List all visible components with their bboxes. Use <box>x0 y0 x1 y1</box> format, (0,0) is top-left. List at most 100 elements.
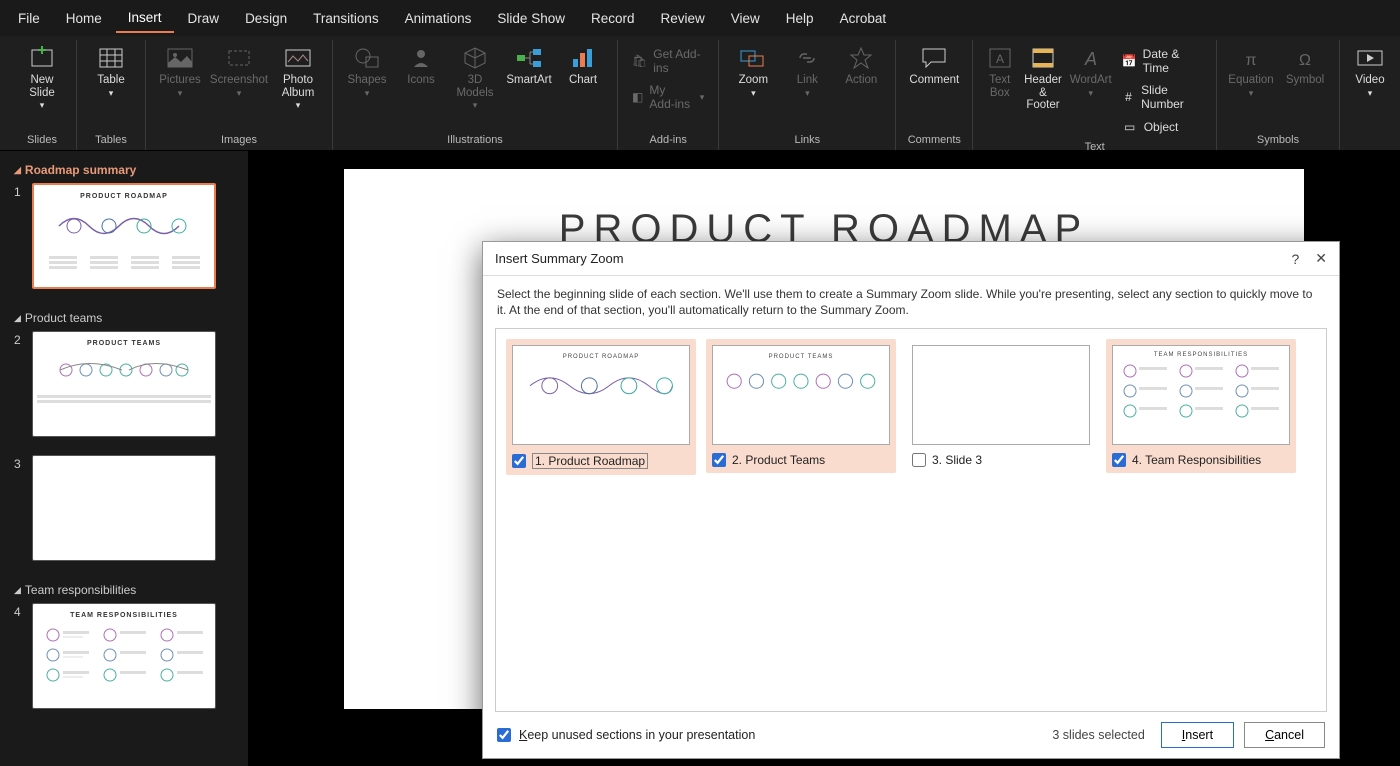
zoom-checkbox-2[interactable] <box>712 453 726 467</box>
chevron-down-icon: ▾ <box>805 88 810 99</box>
chevron-down-icon: ▾ <box>237 88 242 99</box>
slide-thumbnail-4[interactable]: TEAM RESPONSIBILITIES <box>32 603 216 709</box>
tab-insert[interactable]: Insert <box>116 4 174 33</box>
tab-home[interactable]: Home <box>54 5 114 32</box>
slide-number-label: Slide Number <box>1141 83 1202 111</box>
insert-summary-zoom-dialog: Insert Summary Zoom ? ✕ Select the begin… <box>482 241 1340 759</box>
shapes-icon <box>353 44 381 72</box>
shapes-label: Shapes <box>347 74 386 87</box>
insert-button[interactable]: Insert <box>1161 722 1234 748</box>
chart-icon <box>569 44 597 72</box>
photo-album-button[interactable]: Photo Album ▾ <box>272 42 324 111</box>
chevron-down-icon: ▾ <box>109 88 114 99</box>
zoom-card-2[interactable]: PRODUCT TEAMS 2. Product Teams <box>706 339 896 473</box>
slide-title: PRODUCT ROADMAP <box>344 169 1304 252</box>
thumb-title: PRODUCT TEAMS <box>33 332 215 347</box>
tab-view[interactable]: View <box>719 5 772 32</box>
group-illustrations: Shapes ▾ Icons 3D Models ▾ SmartArt Char… <box>333 40 618 150</box>
zoom-card-1[interactable]: PRODUCT ROADMAP 1. Product Roadmap <box>506 339 696 475</box>
new-slide-label: New Slide <box>18 74 66 99</box>
3d-models-button[interactable]: 3D Models ▾ <box>449 42 501 111</box>
group-label-slides: Slides <box>27 131 57 150</box>
group-tables: Table ▾ Tables <box>77 40 146 150</box>
cancel-button[interactable]: Cancel <box>1244 722 1325 748</box>
group-comments: Comment Comments <box>896 40 973 150</box>
slide-thumbnail-2[interactable]: PRODUCT TEAMS <box>32 331 216 437</box>
zoom-card-3[interactable]: 3. Slide 3 <box>906 339 1096 473</box>
zoom-card-4[interactable]: TEAM RESPONSIBILITIES 4. Team Responsibi… <box>1106 339 1296 473</box>
text-box-button[interactable]: A Text Box <box>981 42 1018 99</box>
section-header-teams[interactable]: ◢Product teams <box>14 307 242 331</box>
equation-icon: π <box>1237 44 1265 72</box>
video-button[interactable]: Video ▾ <box>1348 42 1392 99</box>
slide-thumbnail-1[interactable]: PRODUCT ROADMAP <box>32 183 216 289</box>
dialog-footer: KKeep unused sections in your presentati… <box>483 712 1339 758</box>
smartart-icon <box>515 44 543 72</box>
header-footer-button[interactable]: Header & Footer <box>1020 42 1066 112</box>
section-name: Product teams <box>25 311 102 325</box>
slide-thumbnail-3[interactable] <box>32 455 216 561</box>
chevron-down-icon: ▾ <box>751 88 756 99</box>
zoom-checkbox-4[interactable] <box>1112 453 1126 467</box>
table-icon <box>97 44 125 72</box>
group-label-illustrations: Illustrations <box>447 131 503 150</box>
action-label: Action <box>845 74 877 87</box>
tab-animations[interactable]: Animations <box>393 5 484 32</box>
smartart-button[interactable]: SmartArt <box>503 42 555 87</box>
wordart-button[interactable]: A WordArt ▾ <box>1068 42 1114 99</box>
pictures-button[interactable]: Pictures ▾ <box>154 42 206 99</box>
chart-label: Chart <box>569 74 597 87</box>
tab-review[interactable]: Review <box>649 5 717 32</box>
help-button[interactable]: ? <box>1291 251 1299 267</box>
shapes-button[interactable]: Shapes ▾ <box>341 42 393 99</box>
calendar-icon: 📅 <box>1122 53 1137 69</box>
number-icon: # <box>1122 89 1135 105</box>
link-button[interactable]: Link ▾ <box>781 42 833 99</box>
zoom-checkbox-3[interactable] <box>912 453 926 467</box>
slide-thumbnail-panel[interactable]: ◢Roadmap summary 1 PRODUCT ROADMAP ◢Prod… <box>0 151 248 766</box>
action-button[interactable]: Action <box>835 42 887 87</box>
chevron-down-icon: ▾ <box>178 88 183 99</box>
chart-button[interactable]: Chart <box>557 42 609 87</box>
tab-slideshow[interactable]: Slide Show <box>485 5 577 32</box>
tab-help[interactable]: Help <box>774 5 826 32</box>
get-addins-button[interactable]: 🛍Get Add-ins <box>626 44 710 78</box>
my-addins-label: My Add-ins <box>649 83 691 111</box>
my-addins-button[interactable]: ◧My Add-ins▾ <box>626 80 710 114</box>
close-button[interactable]: ✕ <box>1315 250 1327 267</box>
slide-number-button[interactable]: # Slide Number <box>1116 80 1208 114</box>
chevron-down-icon: ▾ <box>1249 88 1254 99</box>
new-slide-button[interactable]: New Slide ▾ <box>16 42 68 111</box>
icons-label: Icons <box>407 74 435 87</box>
zoom-checkbox-1[interactable] <box>512 454 526 468</box>
tab-design[interactable]: Design <box>233 5 299 32</box>
zoom-icon <box>739 44 767 72</box>
table-button[interactable]: Table ▾ <box>85 42 137 99</box>
section-header-responsibilities[interactable]: ◢Team responsibilities <box>14 579 242 603</box>
section-header-roadmap[interactable]: ◢Roadmap summary <box>14 159 242 183</box>
group-label-symbols: Symbols <box>1257 131 1299 150</box>
dialog-body: PRODUCT ROADMAP 1. Product Roadmap PRODU… <box>495 328 1327 712</box>
object-button[interactable]: ▭Object <box>1116 116 1208 138</box>
section-name: Team responsibilities <box>25 583 136 597</box>
keep-unused-checkbox[interactable] <box>497 728 511 742</box>
tab-acrobat[interactable]: Acrobat <box>828 5 899 32</box>
equation-button[interactable]: π Equation ▾ <box>1225 42 1277 99</box>
video-label: Video <box>1355 74 1384 87</box>
tab-draw[interactable]: Draw <box>176 5 232 32</box>
zoom-button[interactable]: Zoom ▾ <box>727 42 779 99</box>
table-label: Table <box>97 74 125 87</box>
date-time-button[interactable]: 📅 Date & Time <box>1116 44 1208 78</box>
tab-transitions[interactable]: Transitions <box>301 5 391 32</box>
tab-record[interactable]: Record <box>579 5 647 32</box>
zoom-thumb-title: TEAM RESPONSIBILITIES <box>1113 346 1289 358</box>
symbol-button[interactable]: Ω Symbol <box>1279 42 1331 87</box>
tab-file[interactable]: File <box>6 5 52 32</box>
dialog-title: Insert Summary Zoom <box>495 251 624 266</box>
group-label-tables: Tables <box>95 131 127 150</box>
zoom-thumb-2: PRODUCT TEAMS <box>712 345 890 445</box>
comment-button[interactable]: Comment <box>904 42 964 87</box>
date-time-label: Date & Time <box>1143 47 1202 75</box>
screenshot-button[interactable]: Screenshot ▾ <box>208 42 270 99</box>
icons-button[interactable]: Icons <box>395 42 447 87</box>
